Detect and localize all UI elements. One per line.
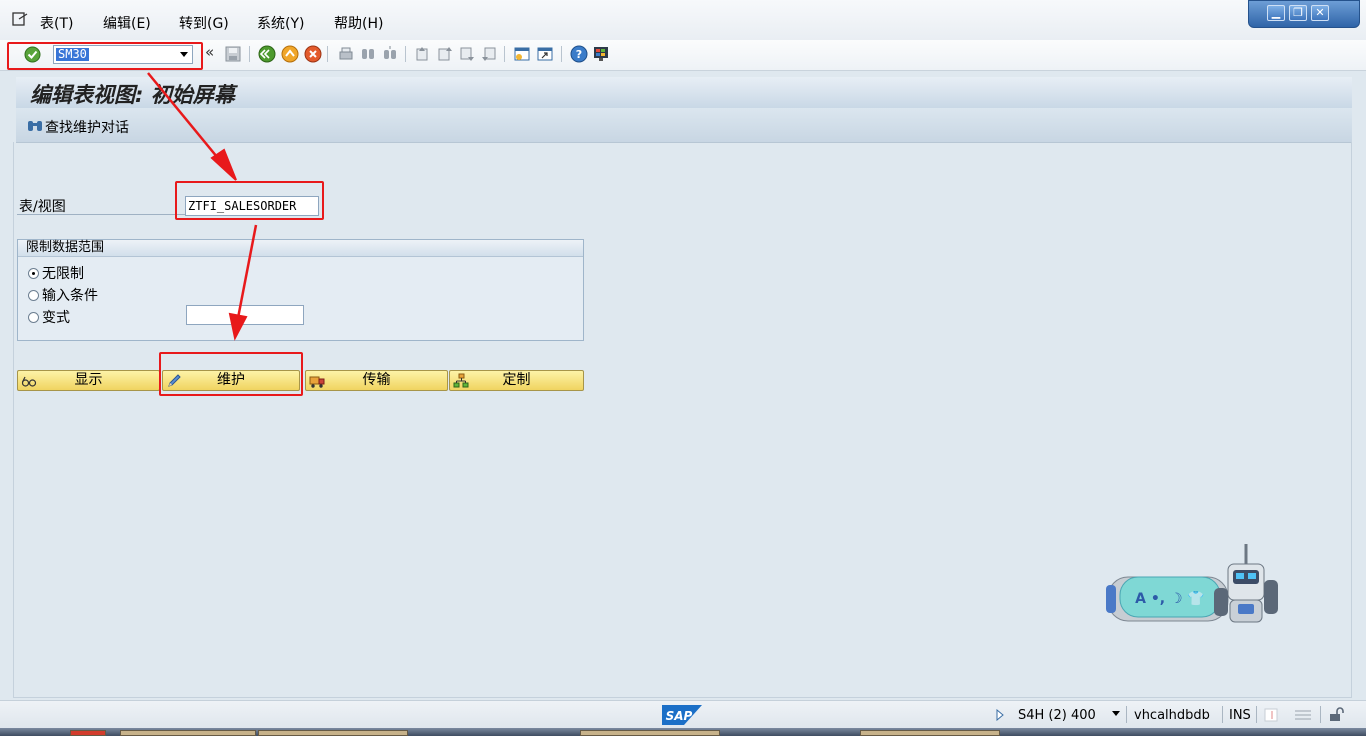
sap-logo-text: SAP [666,709,693,723]
settings-icon[interactable] [1264,708,1278,722]
layout-options-icon[interactable] [1294,708,1312,722]
new-session-icon[interactable] [513,45,531,63]
save-icon[interactable] [224,45,242,63]
robot-bubble-text: A •, ☽ 👕 [1135,591,1205,607]
customize-layout-icon[interactable] [592,45,610,63]
radio-icon[interactable] [28,312,39,323]
radio-icon[interactable] [28,290,39,301]
toolbar-separator [327,46,328,62]
menu-help[interactable]: 帮助(H) [334,13,383,33]
status-separator [1126,706,1127,723]
radio-no-restriction[interactable]: 无限制 [28,263,84,283]
glasses-icon [21,376,37,387]
robot-mascot-icon: A •, ☽ 👕 [1106,544,1278,623]
toolbar-separator [249,46,250,62]
radio-selected-icon[interactable] [28,268,39,279]
customize-button[interactable]: 定制 [449,370,584,391]
display-button[interactable]: 显示 [17,370,160,391]
transport-label: 传输 [362,372,391,388]
status-separator [1256,706,1257,723]
restore-icon[interactable]: ❐ [1289,5,1307,21]
title-bar: 编辑表视图: 初始屏幕 [16,77,1352,108]
radio-label: 变式 [42,310,70,326]
table-view-label: 表/视图 [19,199,66,215]
truck-icon [309,376,325,388]
taskbar-app[interactable] [120,730,256,736]
exit-icon[interactable] [281,45,299,63]
print-icon[interactable] [337,45,355,63]
help-icon[interactable]: ? [570,45,588,63]
status-separator [1320,706,1321,723]
menu-bar: 表(T) 编辑(E) 转到(G) 系统(Y) 帮助(H) ▁ ❐ ✕ [0,0,1366,40]
previous-page-icon[interactable] [436,45,454,63]
display-label: 显示 [74,372,103,388]
toolbar-separator [405,46,406,62]
annotation-box-table [175,181,324,220]
find-icon[interactable] [359,45,377,63]
menu-table[interactable]: 表(T) [40,13,73,33]
toolbar-separator [561,46,562,62]
window-controls: ▁ ❐ ✕ [1248,0,1360,28]
page-title: 编辑表视图: 初始屏幕 [30,83,235,107]
insert-mode[interactable]: INS [1229,708,1251,723]
taskbar-app[interactable] [580,730,720,736]
radio-variant[interactable]: 变式 [28,307,70,327]
next-page-icon[interactable] [458,45,476,63]
status-bar: SAP S4H (2) 400 vhcalhdbdb INS [0,700,1366,729]
cancel-icon[interactable] [304,45,322,63]
group-title: 限制数据范围 [18,240,583,257]
shortcut-icon[interactable] [536,45,554,63]
taskbar-app[interactable] [70,730,106,736]
menu-system[interactable]: 系统(Y) [257,13,304,33]
customize-label: 定制 [502,372,531,388]
transport-button[interactable]: 传输 [305,370,448,391]
minimize-icon[interactable]: ▁ [1267,5,1285,21]
application-toolbar: 查找维护对话 [16,108,1352,143]
menu-goto[interactable]: 转到(G) [179,13,229,33]
binoculars-icon[interactable] [27,117,43,133]
chevron-down-icon[interactable] [1112,711,1120,716]
radio-label: 输入条件 [42,288,98,304]
last-page-icon[interactable] [480,45,498,63]
back-icon[interactable] [258,45,276,63]
restrict-data-range-group: 限制数据范围 无限制 输入条件 变式 [17,239,584,341]
variant-input[interactable] [186,305,304,325]
expand-status-icon[interactable] [996,709,1004,721]
toolbar-separator [504,46,505,62]
annotation-box-command [7,42,203,70]
system-info[interactable]: S4H (2) 400 [1018,708,1096,723]
taskbar-app[interactable] [860,730,1000,736]
sap-logo: SAP [662,705,702,725]
radio-enter-conditions[interactable]: 输入条件 [28,285,98,305]
first-page-icon[interactable] [414,45,432,63]
svg-text:?: ? [576,48,582,61]
status-separator [1222,706,1223,723]
menu-options-icon[interactable] [12,11,28,27]
annotation-box-maintain [159,352,303,396]
system-toolbar: SM30 « ? [0,40,1366,71]
label-underline [17,214,185,215]
menu-edit[interactable]: 编辑(E) [103,13,151,33]
close-icon[interactable]: ✕ [1311,5,1329,21]
collapse-command-icon[interactable]: « [205,43,214,61]
hierarchy-icon [453,373,469,388]
radio-label: 无限制 [42,266,84,282]
find-maintenance-dialog-button[interactable]: 查找维护对话 [45,117,129,137]
lock-open-icon[interactable] [1328,706,1344,722]
find-next-icon[interactable] [381,45,399,63]
taskbar-app[interactable] [258,730,408,736]
server-name: vhcalhdbdb [1134,708,1210,723]
